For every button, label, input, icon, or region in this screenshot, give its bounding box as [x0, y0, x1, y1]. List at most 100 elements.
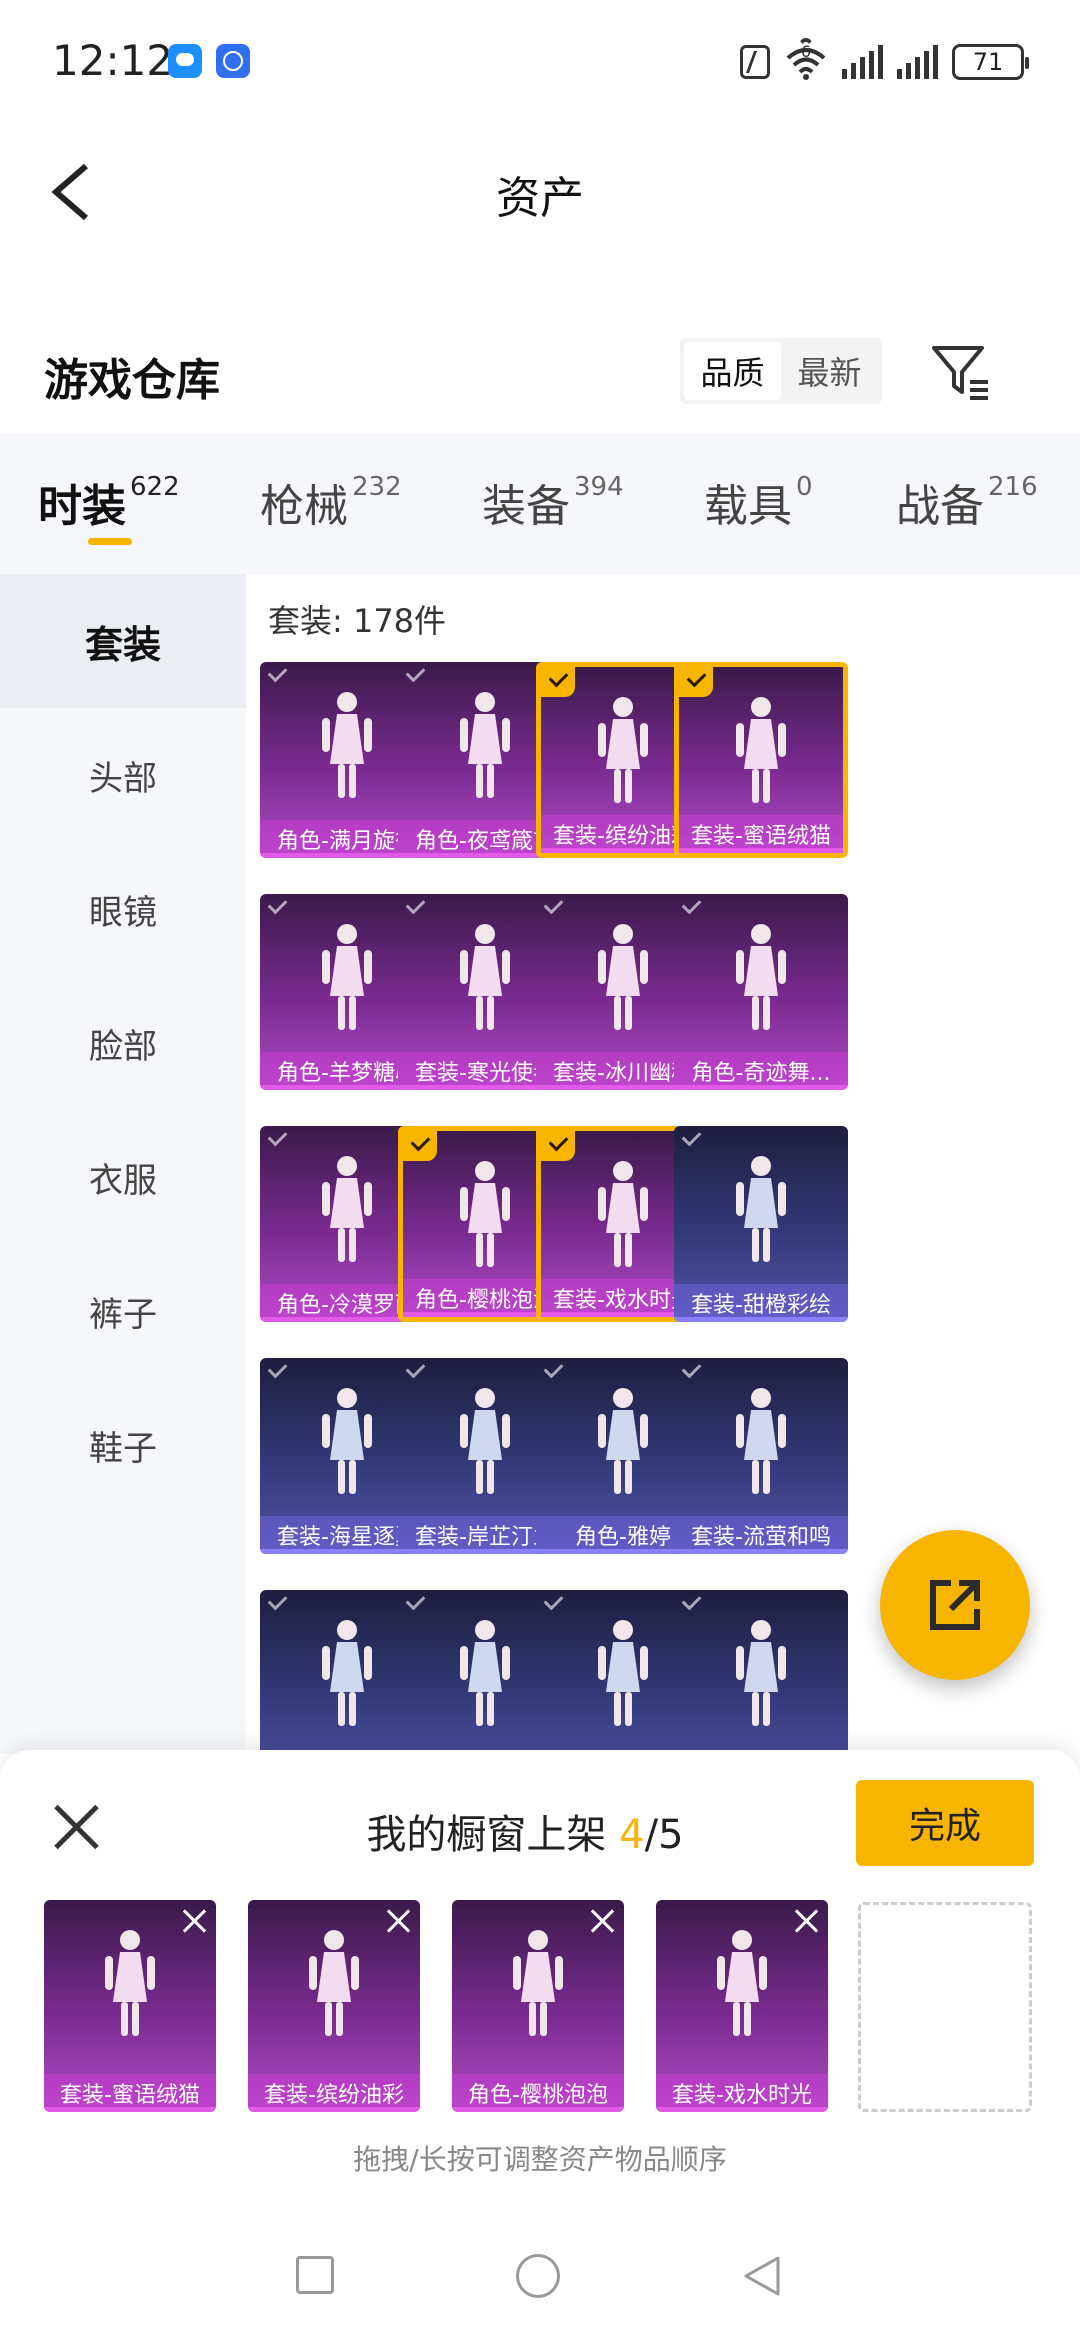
tab-vehicles[interactable]: 载具 0	[704, 470, 813, 550]
checkmark-icon	[541, 1131, 575, 1161]
external-link-icon	[930, 1580, 980, 1630]
share-button[interactable]	[880, 1530, 1030, 1680]
checkmark-icon	[398, 1590, 432, 1620]
set-count: 套装: 178件	[268, 602, 447, 640]
sort-quality-button[interactable]: 品质	[684, 342, 781, 400]
outfit-figure-icon	[460, 1388, 510, 1494]
sidebar-item-head[interactable]: 头部	[0, 708, 246, 842]
showcase-total-count: /5	[644, 1812, 684, 1858]
remove-icon[interactable]	[588, 1906, 618, 1936]
tab-supplies[interactable]: 战备 216	[896, 470, 1038, 550]
checkmark-icon	[403, 1131, 437, 1161]
outfit-figure-icon	[322, 924, 372, 1030]
recent-apps-button[interactable]	[296, 2256, 334, 2294]
outfit-figure-icon	[736, 1156, 786, 1262]
filter-icon[interactable]	[930, 342, 994, 402]
rarity-bar	[674, 1549, 848, 1554]
sidebar-item-clothes[interactable]: 衣服	[0, 1110, 246, 1244]
checkmark-icon	[536, 894, 570, 924]
showcase-item-card[interactable]: 套装-戏水时光	[656, 1900, 828, 2112]
tab-count: 216	[988, 472, 1038, 502]
rarity-bar	[656, 2107, 828, 2112]
tab-count: 394	[574, 472, 624, 502]
checkmark-icon	[260, 1126, 294, 1156]
category-tabs: 时装 622 枪械 232 装备 394 载具 0 战备 216	[0, 434, 1080, 574]
rarity-bar	[44, 2107, 216, 2112]
outfit-figure-icon	[322, 692, 372, 798]
outfit-card[interactable]	[674, 1590, 848, 1754]
tab-count: 232	[352, 472, 402, 502]
checkmark-icon	[260, 894, 294, 924]
outfit-figure-icon	[736, 924, 786, 1030]
sort-toggle: 品质 最新	[680, 338, 882, 404]
active-tab-indicator	[88, 538, 132, 545]
remove-icon[interactable]	[792, 1906, 822, 1936]
sidebar-item-shoes[interactable]: 鞋子	[0, 1378, 246, 1512]
done-button[interactable]: 完成	[856, 1780, 1034, 1866]
outfit-figure-icon	[322, 1156, 372, 1262]
checkmark-icon	[679, 667, 713, 697]
tab-equipment[interactable]: 装备 394	[482, 470, 624, 550]
network-badge: 6	[796, 38, 816, 65]
checkmark-icon	[674, 1590, 708, 1620]
showcase-item-card[interactable]: 套装-蜜语绒猫	[44, 1900, 216, 2112]
page-title: 资产	[496, 173, 584, 224]
sidebar: 套装 头部 眼镜 脸部 衣服 裤子 鞋子	[0, 574, 246, 1754]
checkmark-icon	[398, 1358, 432, 1388]
checkmark-icon	[260, 1358, 294, 1388]
outfit-figure-icon	[460, 924, 510, 1030]
sidebar-item-set[interactable]: 套装	[0, 574, 246, 708]
tab-count: 0	[796, 472, 813, 502]
checkmark-icon	[541, 667, 575, 697]
outfit-card[interactable]: 套装-蜜语绒猫	[674, 662, 848, 858]
signal-icon-sim1	[842, 45, 883, 79]
status-time: 12:12	[52, 36, 174, 85]
rarity-bar	[674, 1317, 848, 1322]
tab-label: 载具	[704, 481, 792, 532]
outfit-figure-icon	[460, 1161, 510, 1267]
home-button[interactable]	[516, 2254, 560, 2298]
tab-label: 枪械	[260, 481, 348, 532]
remove-icon[interactable]	[180, 1906, 210, 1936]
outfit-figure-icon	[105, 1930, 155, 2036]
outfit-figure-icon	[513, 1930, 563, 2036]
sidebar-item-pants[interactable]: 裤子	[0, 1244, 246, 1378]
showcase-item-card[interactable]: 角色-樱桃泡泡	[452, 1900, 624, 2112]
checkmark-icon	[260, 662, 294, 692]
tab-label: 战备	[896, 481, 984, 532]
outfit-figure-icon	[598, 924, 648, 1030]
outfit-figure-icon	[322, 1620, 372, 1726]
showcase-item-card[interactable]: 套装-缤纷油彩	[248, 1900, 420, 2112]
outfit-card[interactable]: 套装-流萤和鸣	[674, 1358, 848, 1554]
empty-shelf-slot[interactable]	[858, 1902, 1032, 2112]
showcase-sheet: 我的橱窗上架 4/5 完成 套装-蜜语绒猫 套装-缤纷油彩 角色-樱桃泡泡 套装-戏水…	[0, 1750, 1080, 2331]
warehouse-title: 游戏仓库	[44, 355, 220, 406]
rarity-bar	[679, 848, 843, 853]
reorder-hint: 拖拽/长按可调整资产物品顺序	[353, 2143, 727, 2176]
outfit-figure-icon	[598, 1620, 648, 1726]
status-indicators: 6 71	[740, 38, 1029, 84]
message-app-icon	[168, 44, 202, 78]
checkmark-icon	[674, 1358, 708, 1388]
outfit-figure-icon	[460, 1620, 510, 1726]
browser-app-icon	[216, 44, 250, 78]
battery-level: 71	[972, 48, 1004, 76]
checkmark-icon	[260, 1590, 294, 1620]
showcase-title-text: 我的橱窗上架	[366, 1812, 620, 1858]
status-bar: 12:12 6 71	[0, 0, 1080, 120]
system-back-button[interactable]	[740, 2254, 784, 2298]
sidebar-item-glasses[interactable]: 眼镜	[0, 842, 246, 976]
outfit-figure-icon	[736, 697, 786, 803]
checkmark-icon	[536, 1590, 570, 1620]
checkmark-icon	[398, 662, 432, 692]
sort-latest-button[interactable]: 最新	[781, 342, 878, 400]
remove-icon[interactable]	[384, 1906, 414, 1936]
outfit-card[interactable]: 套装-甜橙彩绘	[674, 1126, 848, 1322]
outfit-figure-icon	[598, 697, 648, 803]
outfit-card[interactable]: 角色-奇迹舞...	[674, 894, 848, 1090]
checkmark-icon	[536, 1358, 570, 1388]
battery-icon: 71	[952, 44, 1029, 80]
sidebar-item-face[interactable]: 脸部	[0, 976, 246, 1110]
checkmark-icon	[398, 894, 432, 924]
tab-weapons[interactable]: 枪械 232	[260, 470, 402, 550]
